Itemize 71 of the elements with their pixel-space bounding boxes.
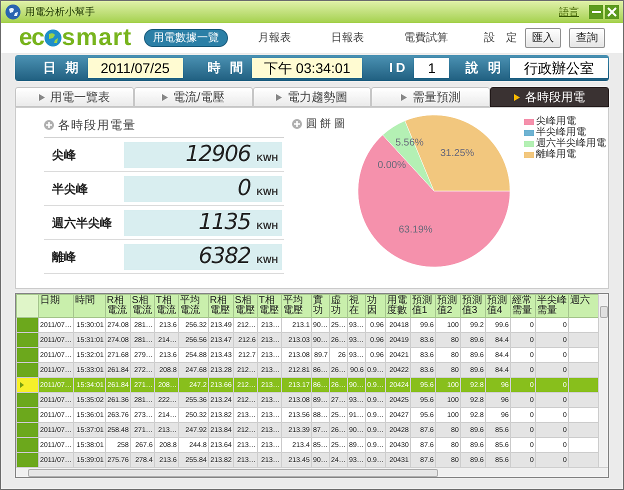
corner-cell <box>16 294 38 318</box>
vertical-scrollbar[interactable] <box>598 294 608 467</box>
slice-label: 31.25% <box>440 148 474 160</box>
nav-tab[interactable]: 設 定 <box>476 29 526 47</box>
legend-label: 尖峰用電 <box>536 116 576 127</box>
row-label: 離峰 <box>51 248 77 266</box>
nav-tab[interactable]: 月報表 <box>250 29 300 47</box>
language-link[interactable]: 語言 <box>559 4 579 20</box>
row-header[interactable] <box>16 332 38 348</box>
tab[interactable]: 電流/電壓 <box>134 87 253 107</box>
slice-label: 63.19% <box>398 224 433 236</box>
tab[interactable]: 需量預測 <box>371 87 490 107</box>
value-field: 2011/07/25 <box>88 58 183 78</box>
value-text: 12906 <box>186 144 250 166</box>
row-header[interactable] <box>16 378 38 392</box>
triangle-icon <box>401 94 408 100</box>
legend-label: 週六半尖峰用電 <box>536 138 606 149</box>
nav-tab[interactable]: 用電數據一覽 <box>144 29 228 47</box>
row-header[interactable] <box>16 392 38 408</box>
row-header[interactable] <box>16 438 38 452</box>
field-label: 日 期 <box>43 59 82 78</box>
horizontal-scrollbar[interactable] <box>16 467 608 477</box>
minimize-button[interactable] <box>589 5 603 19</box>
unit-text: KWH <box>256 186 278 199</box>
globe-icon <box>5 4 21 20</box>
plus-circle-icon <box>292 119 302 130</box>
triangle-icon <box>162 94 168 100</box>
close-button[interactable] <box>605 5 619 19</box>
window-title: 用電分析小幫手 <box>25 6 95 20</box>
row-header[interactable] <box>16 318 38 332</box>
legend-label: 半尖峰用電 <box>536 127 586 138</box>
tab[interactable]: 用電一覽表 <box>15 87 134 107</box>
legend-label: 離峰用電 <box>536 149 576 160</box>
header-button[interactable]: 匯入 <box>525 28 562 48</box>
row-header[interactable] <box>16 422 38 438</box>
triangle-icon <box>20 382 24 388</box>
row-label: 週六半尖峰 <box>51 214 113 232</box>
slice-label: 0.00% <box>378 160 406 172</box>
logo-text: ec <box>19 26 44 50</box>
row-header[interactable] <box>16 452 38 467</box>
nav-tab[interactable]: 電費試算 <box>396 29 456 47</box>
triangle-icon <box>276 94 282 100</box>
value-field: 下午 03:34:01 <box>252 58 362 78</box>
value-text: 0 <box>238 178 250 200</box>
value-field: 1 <box>414 58 450 78</box>
field-label: ID <box>389 59 408 78</box>
slice-label: 5.56% <box>395 138 424 149</box>
unit-text: KWH <box>256 152 278 165</box>
unit-text: KWH <box>256 220 278 233</box>
row-header[interactable] <box>16 408 38 422</box>
nav-tab[interactable]: 日報表 <box>323 29 372 47</box>
field-label: 時 間 <box>208 59 246 78</box>
value-field: 行政辦公室 <box>510 58 608 78</box>
section-title: 圓 餅 圖 <box>306 117 346 132</box>
triangle-icon <box>514 94 520 100</box>
field-label: 說 明 <box>465 59 504 78</box>
row-header[interactable] <box>16 362 38 378</box>
tab[interactable]: 電力趨勢圖 <box>252 87 372 107</box>
row-header[interactable] <box>16 348 38 362</box>
triangle-icon <box>38 94 45 100</box>
row-label: 半尖峰 <box>51 180 89 198</box>
header-button[interactable]: 查詢 <box>569 28 606 48</box>
value-text: 1135 <box>198 212 250 234</box>
section-title: 各時段用電量 <box>58 117 136 134</box>
globe-icon <box>44 29 62 47</box>
value-text: 6382 <box>198 246 250 268</box>
row-label: 尖峰 <box>51 146 77 164</box>
plus-circle-icon <box>44 120 54 130</box>
unit-text: KWH <box>256 254 278 267</box>
logo-text: smart <box>62 26 132 50</box>
tab[interactable]: 各時段用電 <box>490 87 609 107</box>
